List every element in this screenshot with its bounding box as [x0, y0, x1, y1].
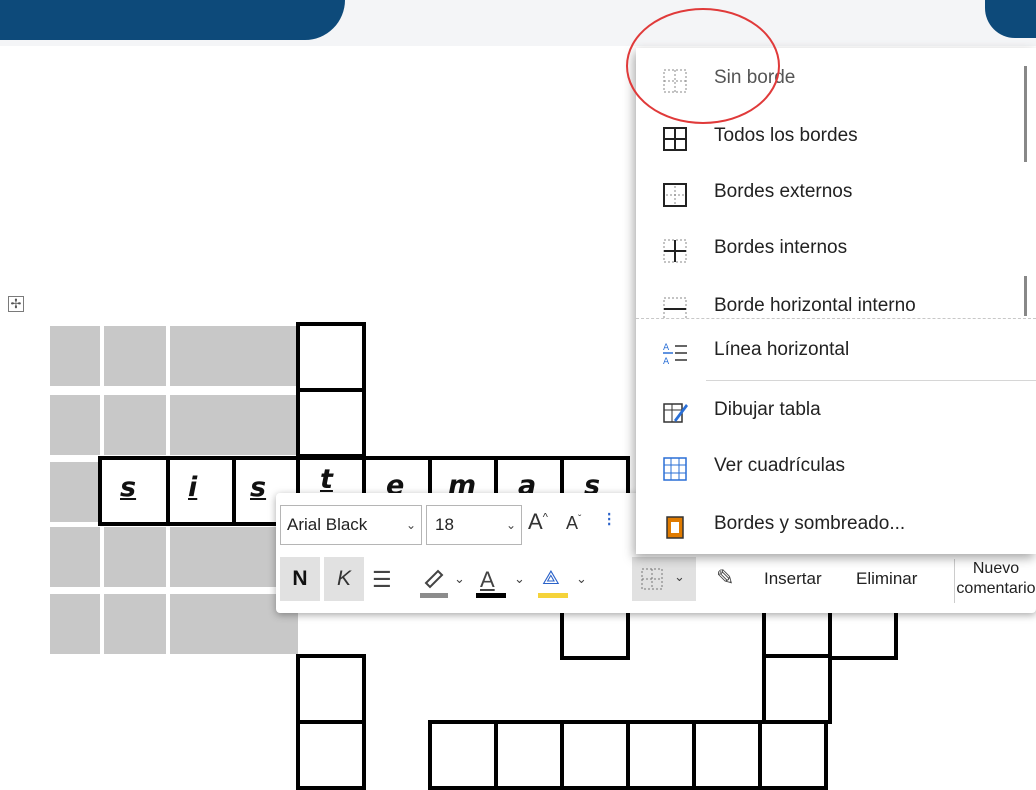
crossword-cell[interactable]	[428, 720, 498, 790]
borders-shading-icon	[666, 516, 684, 539]
no-border-icon	[641, 568, 663, 590]
crossword-cell[interactable]	[296, 654, 366, 724]
shaded-cell[interactable]	[50, 395, 100, 455]
crossword-cell[interactable]	[296, 388, 366, 458]
crossword-cell[interactable]	[296, 720, 366, 790]
shaded-cell[interactable]	[50, 326, 100, 386]
menu-item-horizontal-line[interactable]: A A Línea horizontal	[636, 324, 1036, 380]
shaded-cell[interactable]	[50, 527, 100, 587]
shaded-cell[interactable]	[170, 395, 298, 455]
shaded-cell[interactable]	[170, 326, 298, 386]
menu-separator	[706, 380, 1036, 381]
shaded-cell[interactable]	[104, 395, 166, 455]
grow-font-icon[interactable]: A^	[528, 509, 548, 535]
shading-icon[interactable]: ⟁	[542, 567, 560, 590]
highlight-pen-icon[interactable]	[420, 565, 448, 593]
menu-item-label: Ver cuadrículas	[714, 455, 845, 476]
new-comment-button[interactable]: Nuevo comentario	[954, 559, 1036, 603]
chevron-down-icon: ⌄	[674, 569, 685, 584]
crossword-cell[interactable]	[762, 654, 832, 724]
menu-item-label: Bordes externos	[714, 181, 853, 202]
borders-dropdown-menu: Sin borde Todos los bordes Bordes extern…	[636, 48, 1036, 554]
borders-button[interactable]: ⌄	[632, 557, 696, 601]
new-comment-label: comentario	[956, 580, 1036, 597]
header-accent-shape-right	[985, 0, 1036, 38]
delete-button[interactable]: Eliminar	[856, 569, 917, 589]
menu-item-view-gridlines[interactable]: Ver cuadrículas	[636, 440, 1036, 496]
shaded-cell[interactable]	[50, 594, 100, 654]
menu-item-borders-and-shading[interactable]: Bordes y sombreado...	[636, 498, 1036, 554]
shaded-cell[interactable]	[104, 594, 166, 654]
bullets-icon[interactable]: ⁝	[606, 507, 620, 533]
crossword-cell[interactable]	[626, 720, 696, 790]
font-name-combobox[interactable]: Arial Black ⌄	[280, 505, 422, 545]
inside-horizontal-border-icon	[663, 297, 687, 318]
shaded-cell[interactable]	[50, 462, 100, 522]
header-accent-shape	[0, 0, 345, 40]
all-borders-icon	[663, 127, 687, 151]
crossword-cell[interactable]	[560, 720, 630, 790]
menu-item-label: Línea horizontal	[714, 339, 850, 360]
svg-text:A: A	[663, 357, 670, 366]
chevron-down-icon[interactable]: ⌄	[576, 571, 587, 587]
new-comment-label: Nuevo	[972, 560, 1020, 577]
font-name-value: Arial Black	[287, 515, 368, 534]
crossword-letter: s	[250, 472, 267, 503]
menu-item-label: Borde horizontal interno	[714, 295, 916, 316]
draw-table-icon	[663, 403, 688, 423]
font-size-value: 18	[435, 515, 454, 534]
font-color-icon[interactable]: A	[480, 567, 495, 593]
menu-item-outside-borders[interactable]: Bordes externos	[636, 166, 1036, 222]
crossword-cell[interactable]	[692, 720, 762, 790]
menu-item-inside-horizontal-border[interactable]: Borde horizontal interno	[636, 280, 1036, 318]
menu-item-label: Bordes y sombreado...	[714, 513, 906, 534]
italic-button[interactable]: K	[324, 557, 364, 601]
menu-item-label: Bordes internos	[714, 237, 848, 258]
annotation-circle	[626, 8, 780, 124]
svg-text:A: A	[663, 343, 670, 353]
chevron-down-icon[interactable]: ⌄	[454, 571, 465, 587]
menu-item-inside-borders[interactable]: Bordes internos	[636, 222, 1036, 278]
table-move-handle-icon[interactable]: ✢	[8, 296, 24, 312]
chevron-down-icon[interactable]: ⌄	[506, 506, 516, 544]
view-gridlines-icon	[663, 457, 687, 481]
align-center-icon[interactable]: ☰	[372, 567, 392, 593]
chevron-down-icon[interactable]: ⌄	[514, 571, 525, 587]
chevron-down-icon[interactable]: ⌄	[406, 506, 416, 544]
shaded-cell[interactable]	[104, 527, 166, 587]
menu-item-draw-table[interactable]: Dibujar tabla	[636, 384, 1036, 440]
format-painter-icon[interactable]: ✎	[716, 565, 734, 591]
font-size-combobox[interactable]: 18 ⌄	[426, 505, 522, 545]
horizontal-line-icon: A A	[663, 343, 687, 366]
crossword-cell[interactable]	[166, 456, 236, 526]
shaded-cell[interactable]	[104, 326, 166, 386]
crossword-cell[interactable]	[296, 322, 366, 392]
menu-scrollbar-lower[interactable]	[1024, 276, 1027, 316]
shrink-font-icon[interactable]: Aˇ	[566, 513, 581, 534]
inside-borders-icon	[663, 239, 687, 263]
header-banner	[0, 0, 1036, 46]
highlight-color-bar	[420, 593, 448, 598]
font-color-bar	[476, 593, 506, 598]
menu-scrollbar[interactable]	[1024, 66, 1027, 162]
menu-item-label: Todos los bordes	[714, 125, 858, 146]
crossword-letter: i	[188, 472, 198, 503]
bold-button[interactable]: N	[280, 557, 320, 601]
crossword-cell[interactable]	[494, 720, 564, 790]
menu-item-label: Dibujar tabla	[714, 399, 821, 420]
crossword-cell[interactable]	[758, 720, 828, 790]
insert-button[interactable]: Insertar	[764, 569, 822, 589]
outside-borders-icon	[663, 183, 687, 207]
crossword-letter: s	[120, 472, 137, 503]
crossword-letter: t	[320, 464, 333, 495]
shading-color-bar	[538, 593, 568, 598]
